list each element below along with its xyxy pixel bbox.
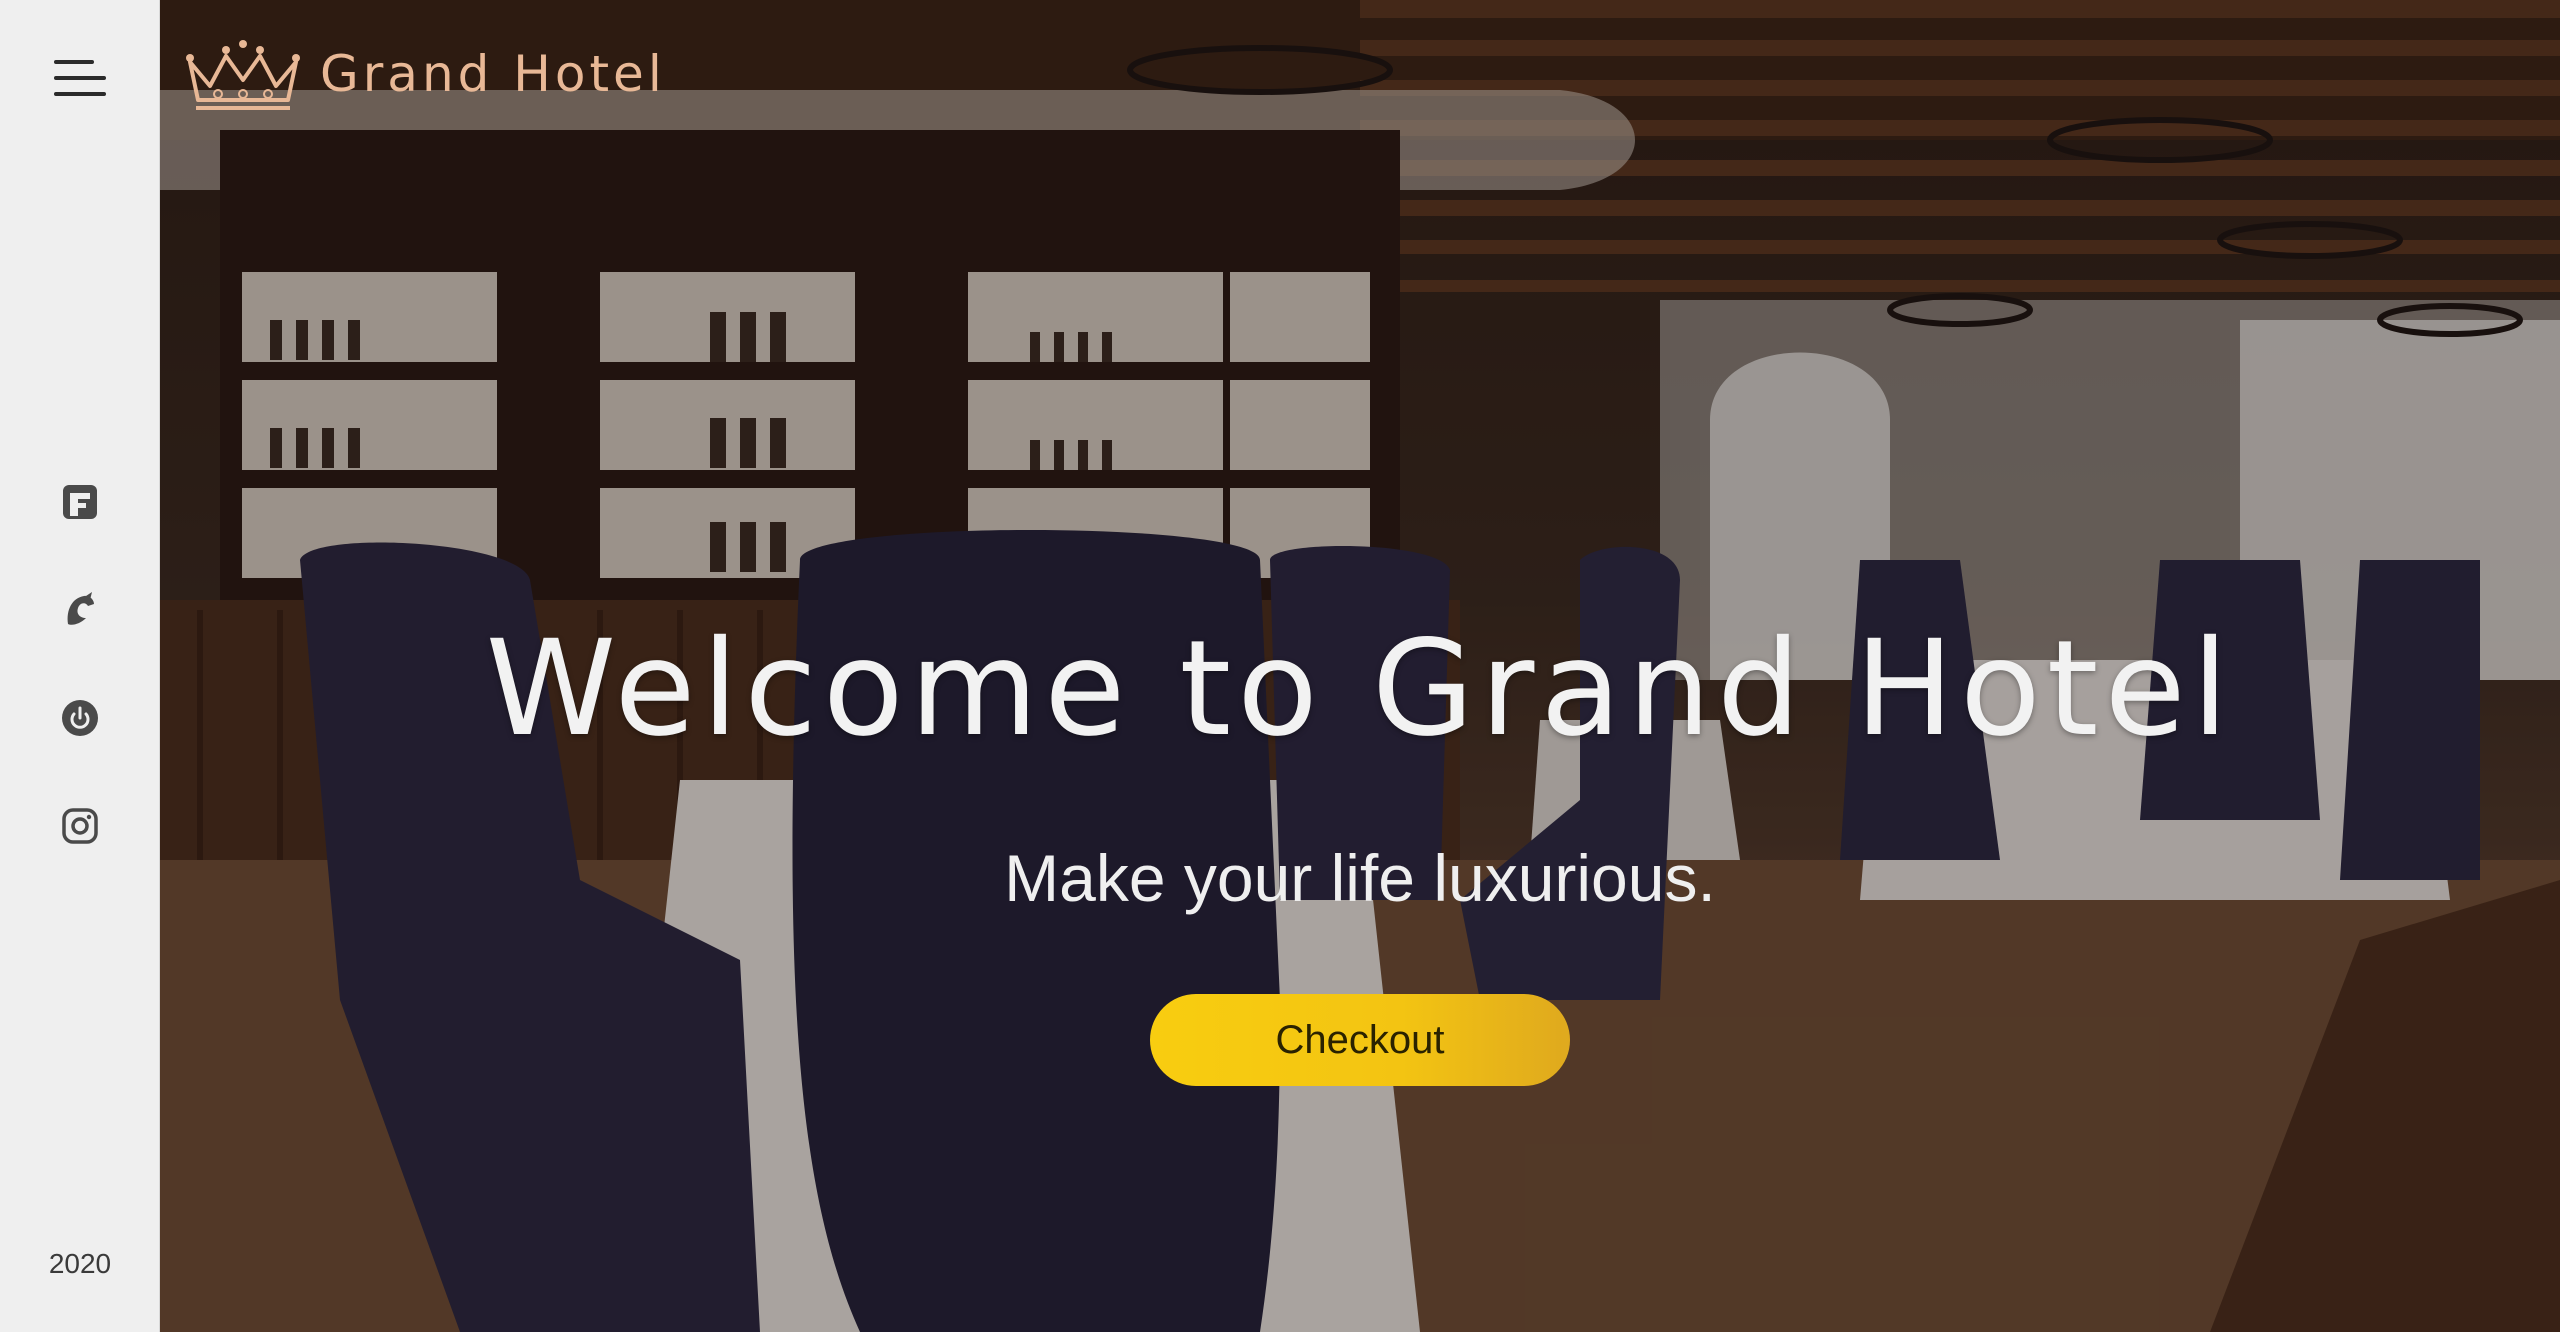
foursquare-icon[interactable] xyxy=(54,476,106,528)
brand-logo[interactable]: Grand Hotel xyxy=(180,34,666,114)
instagram-icon[interactable] xyxy=(54,800,106,852)
brand-name: Grand Hotel xyxy=(320,45,666,103)
mastodon-icon[interactable] xyxy=(54,584,106,636)
hero-subline: Make your life luxurious. xyxy=(1004,841,1716,915)
copyright-year: 2020 xyxy=(48,1248,112,1279)
hero-section: Grand Hotel Welcome to Grand Hotel Make … xyxy=(160,0,2560,1332)
sidebar: 2020 xyxy=(0,0,160,1332)
power-toggle-icon[interactable] xyxy=(54,692,106,744)
crown-icon xyxy=(186,40,300,110)
checkout-button[interactable]: Checkout xyxy=(1150,994,1570,1086)
hero-headline: Welcome to Grand Hotel xyxy=(485,612,2235,766)
hamburger-menu-icon[interactable] xyxy=(54,56,110,100)
